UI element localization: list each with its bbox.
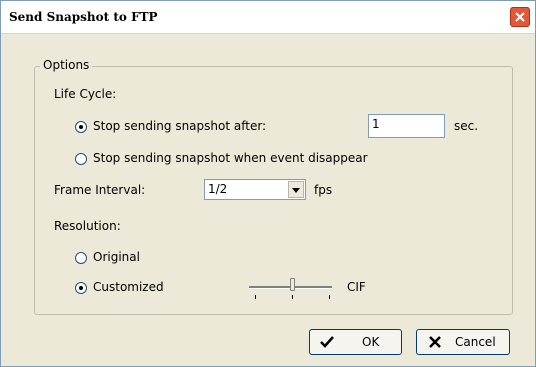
original-radio[interactable] [75,252,87,264]
frame-interval-value: 1/2 [208,182,228,196]
close-icon [515,12,525,22]
customized-label[interactable]: Customized [93,280,164,294]
slider-tick [329,295,330,299]
slider-tick [292,295,293,299]
checkmark-icon [320,336,334,348]
stop-after-radio[interactable] [75,121,87,133]
seconds-unit-label: sec. [454,119,479,133]
frame-interval-label: Frame Interval: [54,183,146,197]
ok-button[interactable]: OK [309,329,402,355]
options-group-label: Options [40,58,93,72]
resolution-slider-thumb[interactable] [290,278,295,291]
life-cycle-label: Life Cycle: [54,87,117,101]
send-snapshot-dialog: Send Snapshot to FTP Options Life Cycle:… [0,0,536,367]
cancel-button-label: Cancel [455,335,496,349]
chevron-down-icon[interactable] [288,181,304,198]
window-title: Send Snapshot to FTP [9,10,158,24]
original-label[interactable]: Original [93,250,140,264]
x-icon [429,336,441,348]
stop-after-seconds-input[interactable]: 1 [368,114,445,138]
stop-on-event-label[interactable]: Stop sending snapshot when event disappe… [93,151,368,165]
stop-after-label[interactable]: Stop sending snapshot after: [93,119,266,133]
resolution-value-label: CIF [347,280,366,294]
frame-interval-select[interactable]: 1/2 [204,179,306,200]
cancel-button[interactable]: Cancel [416,329,510,355]
slider-tick [255,295,256,299]
fps-unit-label: fps [314,183,333,197]
title-bar: Send Snapshot to FTP [1,1,535,34]
stop-on-event-radio[interactable] [75,153,87,165]
close-button[interactable] [510,7,530,27]
ok-button-label: OK [362,335,380,349]
customized-radio[interactable] [75,282,87,294]
resolution-label: Resolution: [54,219,121,233]
